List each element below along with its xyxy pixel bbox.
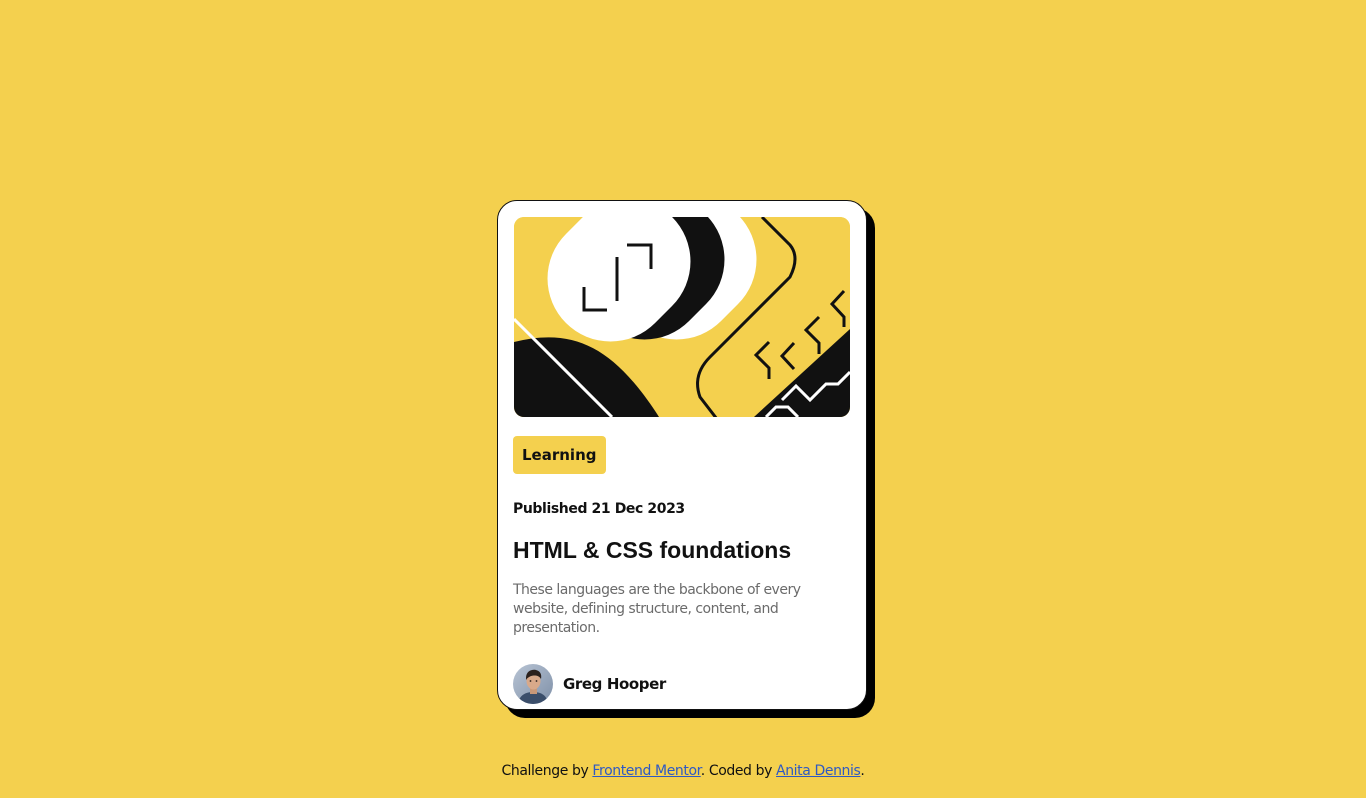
card-illustration — [514, 217, 850, 417]
avatar — [513, 664, 553, 704]
attribution-middle: . Coded by — [700, 763, 777, 779]
published-date: Published 21 Dec 2023 — [513, 501, 685, 517]
attribution-prefix: Challenge by — [501, 763, 593, 779]
blog-preview-card: Learning Published 21 Dec 2023 HTML & CS… — [497, 200, 867, 710]
author: Greg Hooper — [513, 664, 666, 704]
category-tag: Learning — [513, 436, 606, 474]
card-title[interactable]: HTML & CSS foundations — [513, 537, 791, 564]
author-name: Greg Hooper — [563, 675, 666, 693]
frontend-mentor-link[interactable]: Frontend Mentor — [592, 763, 701, 779]
author-link[interactable]: Anita Dennis — [776, 763, 861, 779]
author-avatar-icon — [513, 664, 553, 704]
attribution: Challenge by Frontend Mentor. Coded by A… — [0, 763, 1366, 779]
card-description: These languages are the backbone of ever… — [513, 582, 801, 636]
abstract-illustration-icon — [514, 217, 850, 417]
attribution-suffix: . — [860, 763, 865, 779]
